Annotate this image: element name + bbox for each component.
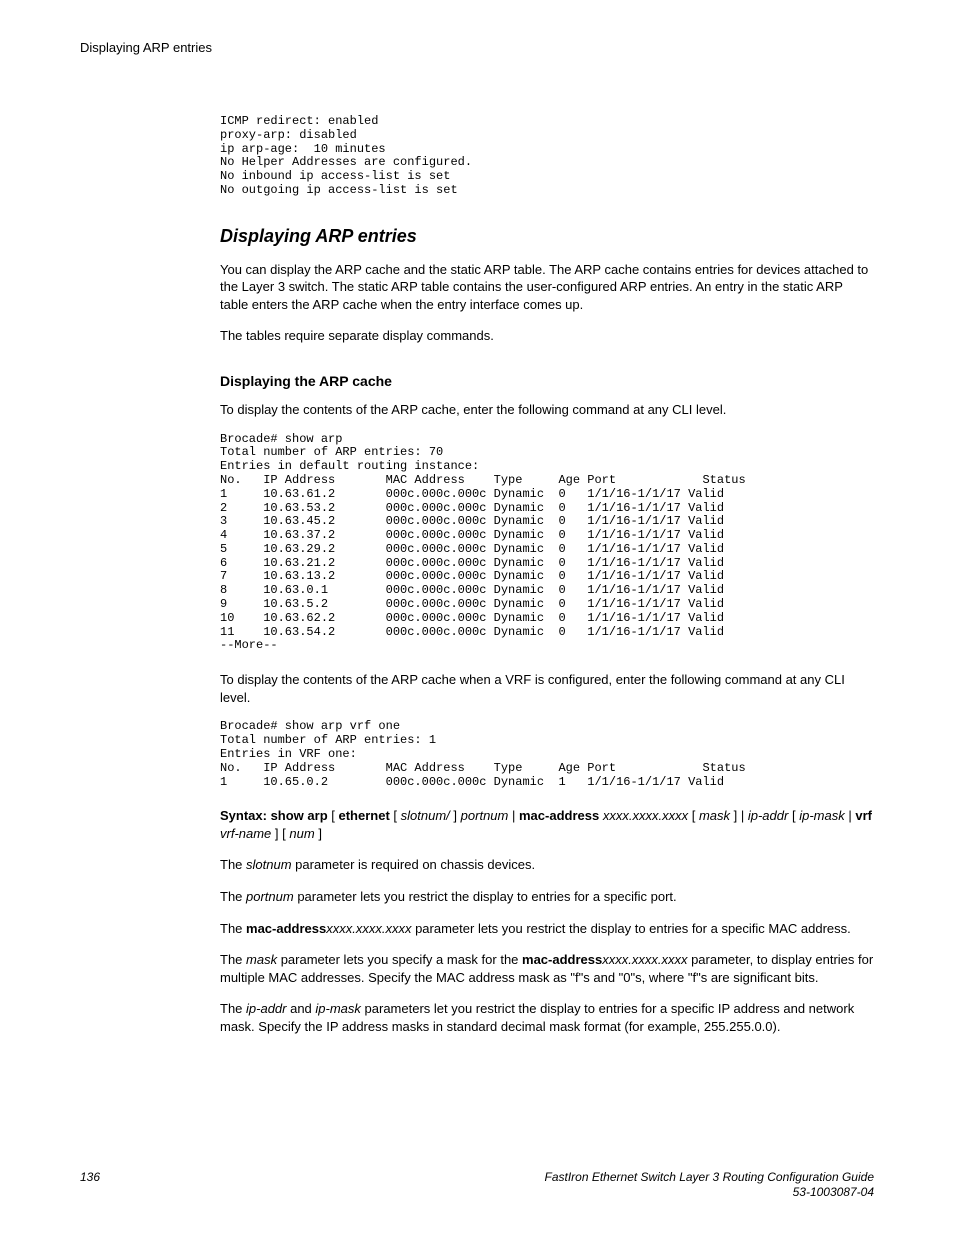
text: [ (692, 808, 696, 823)
text: parameter lets you specify a mask for th… (277, 952, 522, 967)
text: ] (318, 826, 322, 841)
text: The (220, 952, 246, 967)
page-footer: 136 FastIron Ethernet Switch Layer 3 Rou… (80, 1170, 874, 1201)
syntax-var: xxxx.xxxx.xxxx (603, 808, 688, 823)
syntax-var: vrf-name (220, 826, 271, 841)
text: ] | (734, 808, 748, 823)
syntax-lead: Syntax: show arp (220, 808, 328, 823)
syntax-var: portnum (461, 808, 509, 823)
doc-id: FastIron Ethernet Switch Layer 3 Routing… (544, 1170, 874, 1201)
term: xxxx.xxxx.xxxx (602, 952, 687, 967)
paragraph: The slotnum parameter is required on cha… (220, 856, 874, 874)
text: | (512, 808, 519, 823)
term: xxxx.xxxx.xxxx (326, 921, 411, 936)
text: parameter lets you restrict the display … (294, 889, 677, 904)
text: [ (393, 808, 400, 823)
term: ip-mask (315, 1001, 361, 1016)
syntax-var: ip-mask (799, 808, 845, 823)
cli-output-arp-vrf: Brocade# show arp vrf one Total number o… (220, 720, 874, 789)
paragraph: The mask parameter lets you specify a ma… (220, 951, 874, 986)
text: [ (792, 808, 796, 823)
text: The (220, 857, 246, 872)
term: ip-addr (246, 1001, 286, 1016)
text: parameter lets you restrict the display … (411, 921, 850, 936)
syntax-kw: vrf (855, 808, 872, 823)
term: mask (246, 952, 277, 967)
term: mac-address (246, 921, 326, 936)
text: The (220, 889, 246, 904)
page-number: 136 (80, 1170, 100, 1184)
cli-output-intro: ICMP redirect: enabled proxy-arp: disabl… (220, 115, 874, 198)
term: mac-address (522, 952, 602, 967)
running-header: Displaying ARP entries (80, 40, 874, 55)
text: and (286, 1001, 315, 1016)
text: [ (331, 808, 338, 823)
syntax-var: slotnum/ (401, 808, 450, 823)
syntax-var: num (289, 826, 314, 841)
text: The (220, 921, 246, 936)
main-content: ICMP redirect: enabled proxy-arp: disabl… (220, 115, 874, 1035)
syntax-var: ip-addr (748, 808, 788, 823)
paragraph: To display the contents of the ARP cache… (220, 401, 874, 419)
subsection-heading: Displaying the ARP cache (220, 373, 874, 389)
text: parameter is required on chassis devices… (292, 857, 536, 872)
syntax-line: Syntax: show arp [ ethernet [ slotnum/ ]… (220, 807, 874, 842)
term: portnum (246, 889, 294, 904)
doc-title: FastIron Ethernet Switch Layer 3 Routing… (544, 1170, 874, 1184)
section-heading: Displaying ARP entries (220, 226, 874, 247)
term: slotnum (246, 857, 292, 872)
paragraph: The portnum parameter lets you restrict … (220, 888, 874, 906)
paragraph: The mac-addressxxxx.xxxx.xxxx parameter … (220, 920, 874, 938)
syntax-kw: mac-address (519, 808, 599, 823)
cli-output-arp: Brocade# show arp Total number of ARP en… (220, 433, 874, 654)
syntax-kw: ethernet (339, 808, 390, 823)
text: ] [ (275, 826, 286, 841)
paragraph: The tables require separate display comm… (220, 327, 874, 345)
doc-number: 53-1003087-04 (793, 1185, 874, 1199)
paragraph: The ip-addr and ip-mask parameters let y… (220, 1000, 874, 1035)
paragraph: You can display the ARP cache and the st… (220, 261, 874, 314)
paragraph: To display the contents of the ARP cache… (220, 671, 874, 706)
syntax-var: mask (699, 808, 730, 823)
text: ] (453, 808, 457, 823)
text: The (220, 1001, 246, 1016)
